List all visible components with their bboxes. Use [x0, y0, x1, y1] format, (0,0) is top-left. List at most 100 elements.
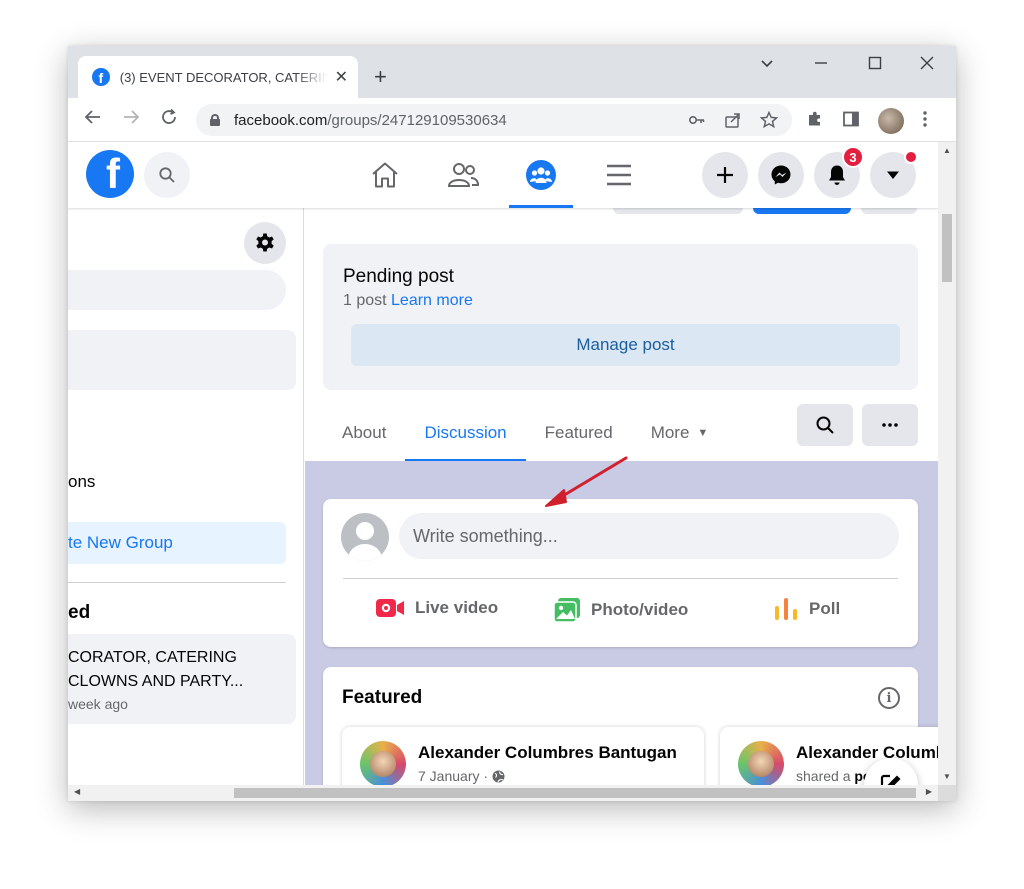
maximize-icon[interactable] [868, 56, 882, 75]
group-main-column: Pending post 1 post Learn more Manage po… [305, 208, 938, 785]
shared-a-text: shared a [796, 768, 855, 784]
photo-video-button[interactable]: Photo/video [553, 597, 688, 623]
groups-sidebar: ons te New Group ed CORATOR, CATERING CL… [68, 208, 304, 785]
back-arrow-icon[interactable] [84, 108, 102, 131]
live-video-button[interactable]: Live video [375, 597, 498, 619]
globe-icon [492, 770, 505, 783]
search-icon [159, 167, 175, 183]
extension-icons [806, 108, 928, 134]
poll-button[interactable]: Poll [773, 597, 840, 621]
group-more-action-button[interactable] [861, 208, 917, 214]
extensions-puzzle-icon[interactable] [806, 110, 824, 133]
group-search-button[interactable] [797, 404, 853, 446]
composer-divider [343, 578, 898, 579]
key-icon[interactable] [688, 111, 706, 133]
browser-tab[interactable]: f (3) EVENT DECORATOR, CATERING, CLOWNS … [78, 56, 358, 98]
forward-arrow-icon[interactable] [122, 108, 140, 131]
settings-button[interactable] [244, 222, 286, 264]
facebook-favicon-icon: f [92, 68, 110, 86]
messenger-button[interactable] [758, 152, 804, 198]
scroll-up-arrow-icon[interactable]: ▲ [943, 146, 951, 155]
create-button[interactable] [702, 152, 748, 198]
tab-about[interactable]: About [323, 404, 405, 462]
page-viewport: f 3 ons te New Group ed CORATOR, CATERIN… [68, 142, 938, 785]
nav-home[interactable] [353, 150, 417, 200]
reload-icon[interactable] [160, 108, 178, 131]
window-close-icon[interactable] [920, 56, 934, 75]
author-name[interactable]: Alexander Columbres Bantugan [796, 743, 938, 763]
facebook-search-button[interactable] [144, 152, 190, 198]
nav-groups[interactable] [509, 150, 573, 208]
side-panel-icon[interactable] [842, 110, 860, 133]
hamburger-menu-icon [607, 164, 631, 186]
sidebar-group-item[interactable]: CORATOR, CATERING CLOWNS AND PARTY... we… [68, 634, 296, 724]
lock-icon[interactable] [210, 114, 220, 126]
tab-search-chevron-icon[interactable] [760, 56, 774, 75]
sidebar-feed-item[interactable] [68, 330, 296, 390]
poll-label: Poll [809, 599, 841, 618]
ellipsis-icon [882, 423, 898, 427]
notifications-button[interactable]: 3 [814, 146, 864, 198]
new-tab-icon[interactable]: + [374, 64, 387, 90]
address-bar[interactable]: facebook.com/groups/247129109530634 [196, 104, 792, 136]
sidebar-search-input[interactable] [68, 270, 286, 310]
live-video-label: Live video [415, 598, 499, 617]
tab-label: Featured [544, 423, 613, 442]
groups-icon [526, 160, 556, 190]
group-primary-action-button[interactable] [753, 208, 851, 214]
chrome-menu-icon[interactable] [922, 110, 928, 133]
home-icon [372, 162, 398, 188]
tab-title: (3) EVENT DECORATOR, CATERING, CLOWNS AN… [119, 69, 327, 85]
messenger-icon [771, 165, 791, 185]
account-button[interactable] [870, 150, 918, 198]
browser-toolbar: facebook.com/groups/247129109530634 [68, 98, 956, 142]
author-avatar[interactable] [738, 741, 784, 785]
featured-section: Featured i Alexander Columbres Bantugan … [323, 667, 938, 785]
tab-label: About [342, 423, 387, 442]
caret-down-icon [887, 171, 899, 179]
profile-avatar[interactable] [878, 108, 904, 134]
learn-more-link[interactable]: Learn more [391, 292, 473, 309]
write-something-input[interactable] [399, 513, 899, 559]
url-text: facebook.com/groups/247129109530634 [234, 112, 507, 129]
create-new-group-button[interactable]: te New Group [68, 522, 286, 564]
vertical-scrollbar[interactable]: ▲ ▼ [938, 142, 956, 785]
pending-post-subtitle: 1 post Learn more [343, 292, 898, 310]
bookmark-star-icon[interactable] [759, 110, 779, 133]
tab-discussion[interactable]: Discussion [405, 404, 526, 462]
author-name[interactable]: Alexander Columbres Bantugan [418, 743, 677, 763]
group-action-button[interactable] [613, 208, 743, 214]
group-name-line2: CLOWNS AND PARTY... [68, 673, 244, 690]
horizontal-scroll-thumb[interactable] [234, 788, 916, 798]
group-last-active: week ago [68, 696, 128, 712]
nav-menu[interactable] [587, 150, 651, 200]
compose-edit-icon [880, 774, 901, 785]
post-date-text: 7 January · [418, 768, 492, 784]
info-icon[interactable]: i [878, 687, 900, 709]
account-alert-dot [904, 150, 918, 164]
horizontal-scrollbar[interactable]: ◀ ▶ [68, 785, 938, 801]
tab-more[interactable]: More ▼ [632, 404, 728, 462]
facebook-header: f 3 [68, 142, 938, 208]
composer-avatar[interactable] [341, 513, 389, 561]
author-avatar[interactable] [360, 741, 406, 785]
facebook-logo[interactable]: f [86, 150, 134, 198]
scroll-right-arrow-icon[interactable]: ▶ [926, 787, 932, 796]
pending-count: 1 post [343, 292, 392, 309]
tab-featured[interactable]: Featured [526, 404, 632, 462]
sidebar-heading: ed [68, 602, 91, 623]
share-icon[interactable] [724, 111, 742, 133]
featured-post-card[interactable]: Alexander Columbres Bantugan 7 January · [342, 727, 704, 785]
post-composer: Live video Photo/video Poll [323, 499, 918, 647]
nav-friends[interactable] [431, 150, 495, 200]
scroll-down-arrow-icon[interactable]: ▼ [943, 772, 951, 781]
scroll-left-arrow-icon[interactable]: ◀ [74, 787, 80, 796]
group-name-line1: CORATOR, CATERING [68, 649, 237, 666]
group-more-options-button[interactable] [862, 404, 918, 446]
vertical-scroll-thumb[interactable] [942, 214, 952, 282]
manage-post-button[interactable]: Manage post [351, 324, 900, 366]
close-tab-icon[interactable]: ✕ [335, 67, 348, 87]
scrollbar-corner [938, 785, 956, 801]
pending-post-card: Pending post 1 post Learn more Manage po… [323, 244, 918, 390]
minimize-icon[interactable] [814, 56, 828, 75]
